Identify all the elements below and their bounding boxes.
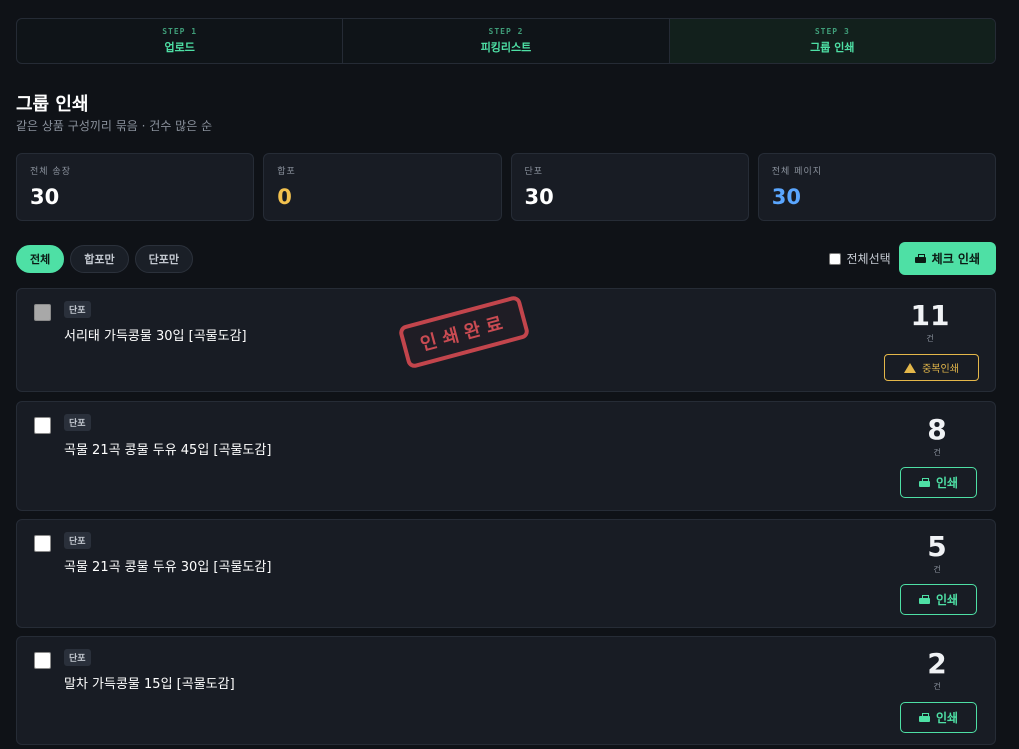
print-button[interactable]: 인쇄: [900, 467, 977, 498]
reprint-label: 중복인쇄: [922, 364, 959, 375]
stat-total-invoices: 전체 송장 30: [16, 153, 255, 221]
count-unit: 건: [933, 448, 941, 457]
filter-bar: 전체 합포만 단포만: [16, 245, 193, 273]
filter-single-only[interactable]: 단포만: [134, 245, 193, 273]
print-complete-stamp: 인쇄완료: [397, 294, 531, 370]
group-type-badge: 단포: [64, 301, 91, 318]
group-card: 단포 곡물 21곡 콩물 두유 30입 [곡물도감] 5 건 인쇄: [16, 519, 996, 628]
group-card: 단포 곡물 21곡 콩물 두유 45입 [곡물도감] 8 건 인쇄: [16, 401, 996, 511]
group-title: 곡물 21곡 콩물 두유 45입 [곡물도감]: [64, 443, 272, 458]
group-count: 11 건: [890, 302, 970, 344]
page-subtitle: 같은 상품 구성끼리 묶음 · 건수 많은 순: [16, 119, 213, 133]
group-checkbox[interactable]: [34, 417, 51, 434]
print-button[interactable]: 인쇄: [900, 584, 977, 615]
select-all[interactable]: 전체선택: [829, 250, 891, 267]
print-button[interactable]: 인쇄: [900, 702, 977, 733]
printer-icon: [918, 477, 930, 488]
stat-label: 전체 페이지: [771, 167, 823, 177]
printer-icon: [918, 712, 930, 723]
group-count: 2 건: [897, 650, 977, 692]
stat-value: 30: [771, 185, 801, 209]
group-type-badge: 단포: [64, 414, 91, 431]
step-upload[interactable]: STEP 1 업로드: [17, 19, 344, 63]
select-all-label: 전체선택: [846, 252, 891, 266]
stat-total-pages: 전체 페이지 30: [757, 153, 996, 221]
filter-combined-only[interactable]: 합포만: [70, 245, 129, 273]
bulk-actions: 전체선택 체크 인쇄: [829, 242, 996, 275]
page-title: 그룹 인쇄: [16, 94, 89, 115]
print-label: 인쇄: [935, 593, 959, 607]
group-title: 말차 가득콩물 15입 [곡물도감]: [64, 677, 235, 692]
select-all-checkbox[interactable]: [829, 252, 842, 265]
group-checkbox[interactable]: [34, 652, 51, 669]
step-label: 피킹리스트: [480, 41, 532, 54]
printer-icon: [914, 253, 926, 264]
stats-row: 전체 송장 30 합포 0 단포 30 전체 페이지 30: [16, 153, 996, 221]
print-label: 인쇄: [935, 711, 959, 725]
stat-single: 단포 30: [510, 153, 749, 221]
group-checkbox[interactable]: [34, 535, 51, 552]
count-unit: 건: [933, 565, 941, 574]
group-title: 서리태 가득콩물 30입 [곡물도감]: [64, 329, 247, 344]
step-label: 그룹 인쇄: [810, 41, 855, 54]
step-group-print[interactable]: STEP 3 그룹 인쇄: [669, 19, 995, 63]
group-card: 단포 말차 가득콩물 15입 [곡물도감] 2 건 인쇄: [16, 636, 996, 745]
group-checkbox[interactable]: [34, 304, 51, 321]
step-number: STEP 2: [488, 27, 524, 36]
group-count: 5 건: [897, 533, 977, 575]
stat-value: 30: [30, 185, 60, 209]
printer-icon: [918, 594, 930, 605]
step-number: STEP 3: [814, 27, 850, 36]
check-print-button[interactable]: 체크 인쇄: [898, 242, 996, 275]
count-value: 8: [927, 413, 947, 446]
stepper: STEP 1 업로드 STEP 2 피킹리스트 STEP 3 그룹 인쇄: [16, 18, 996, 64]
stat-value: 30: [524, 185, 554, 209]
stat-label: 단포: [524, 167, 544, 177]
step-picking-list[interactable]: STEP 2 피킹리스트: [343, 19, 670, 63]
filter-all[interactable]: 전체: [16, 245, 65, 273]
count-value: 5: [927, 530, 947, 563]
check-print-label: 체크 인쇄: [931, 252, 980, 266]
stat-label: 전체 송장: [30, 167, 71, 177]
reprint-button[interactable]: 중복인쇄: [884, 354, 979, 381]
stat-label: 합포: [277, 167, 296, 177]
stat-value: 0: [277, 185, 292, 209]
group-type-badge: 단포: [64, 649, 91, 666]
group-card: 단포 서리태 가득콩물 30입 [곡물도감] 인쇄완료 11 건 중복인쇄: [16, 288, 996, 392]
count-value: 2: [927, 647, 947, 680]
group-count: 8 건: [897, 416, 977, 458]
print-label: 인쇄: [935, 476, 959, 490]
count-value: 11: [910, 299, 950, 332]
group-type-badge: 단포: [64, 532, 91, 549]
group-title: 곡물 21곡 콩물 두유 30입 [곡물도감]: [64, 560, 272, 575]
stat-combined: 합포 0: [263, 153, 502, 221]
step-label: 업로드: [164, 41, 195, 54]
count-unit: 건: [933, 682, 941, 691]
step-number: STEP 1: [162, 27, 198, 36]
count-unit: 건: [926, 334, 934, 343]
warning-icon: [904, 362, 917, 373]
